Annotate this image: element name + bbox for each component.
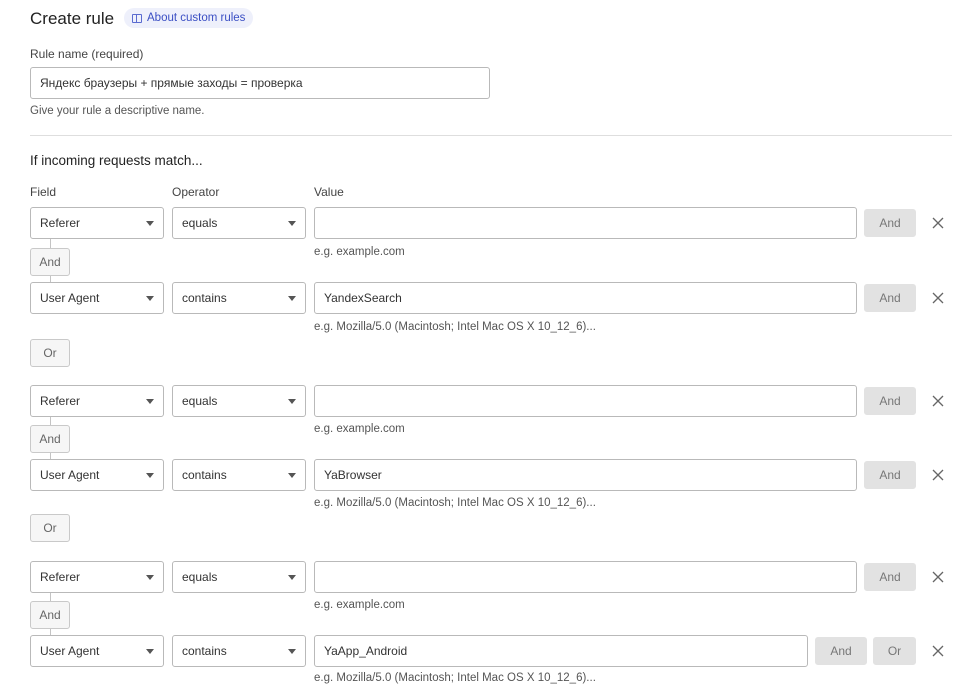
section-title: If incoming requests match...	[30, 153, 203, 168]
value-input[interactable]	[314, 282, 857, 314]
value-hint: e.g. Mozilla/5.0 (Macintosh; Intel Mac O…	[314, 321, 596, 333]
chevron-down-icon	[288, 648, 296, 654]
and-button[interactable]: And	[30, 248, 70, 276]
close-icon[interactable]	[930, 215, 946, 231]
rule-name-label: Rule name (required)	[30, 47, 144, 61]
close-icon[interactable]	[930, 290, 946, 306]
operator-select[interactable]: contains	[172, 282, 306, 314]
value-hint: e.g. example.com	[314, 599, 405, 611]
and-button[interactable]: And	[864, 387, 916, 415]
operator-select[interactable]: equals	[172, 561, 306, 593]
chevron-down-icon	[146, 220, 154, 226]
or-button[interactable]: Or	[30, 339, 70, 367]
and-button[interactable]: And	[30, 601, 70, 629]
operator-select[interactable]: contains	[172, 459, 306, 491]
field-select[interactable]: User Agent	[30, 282, 164, 314]
value-input[interactable]	[314, 561, 857, 593]
rule-name-input[interactable]	[30, 67, 490, 99]
page-title: Create rule	[30, 9, 115, 28]
and-button[interactable]: And	[864, 563, 916, 591]
close-icon[interactable]	[930, 643, 946, 659]
field-select[interactable]: User Agent	[30, 635, 164, 667]
section-divider	[30, 135, 952, 136]
and-button[interactable]: And	[864, 209, 916, 237]
field-column-header: Field	[30, 185, 57, 199]
or-button[interactable]: Or	[873, 637, 916, 665]
field-select[interactable]: Referer	[30, 207, 164, 239]
chevron-down-icon	[146, 295, 154, 301]
value-hint: e.g. Mozilla/5.0 (Macintosh; Intel Mac O…	[314, 672, 596, 684]
chevron-down-icon	[288, 398, 296, 404]
close-icon[interactable]	[930, 467, 946, 483]
close-icon[interactable]	[930, 569, 946, 585]
value-hint: e.g. example.com	[314, 246, 405, 258]
value-input[interactable]	[314, 459, 857, 491]
field-select[interactable]: Referer	[30, 385, 164, 417]
value-hint: e.g. Mozilla/5.0 (Macintosh; Intel Mac O…	[314, 497, 596, 509]
field-select[interactable]: Referer	[30, 561, 164, 593]
value-input[interactable]	[314, 207, 857, 239]
field-select[interactable]: User Agent	[30, 459, 164, 491]
chevron-down-icon	[146, 398, 154, 404]
and-button[interactable]: And	[30, 425, 70, 453]
operator-column-header: Operator	[172, 185, 220, 199]
operator-select[interactable]: contains	[172, 635, 306, 667]
or-button[interactable]: Or	[30, 514, 70, 542]
close-icon[interactable]	[930, 393, 946, 409]
book-icon	[132, 13, 142, 23]
chevron-down-icon	[146, 574, 154, 580]
chevron-down-icon	[288, 574, 296, 580]
chevron-down-icon	[146, 472, 154, 478]
operator-select[interactable]: equals	[172, 385, 306, 417]
about-custom-rules-link[interactable]: About custom rules	[124, 8, 254, 28]
about-custom-rules-label: About custom rules	[147, 12, 246, 24]
and-button[interactable]: And	[864, 461, 916, 489]
and-button[interactable]: And	[864, 284, 916, 312]
chevron-down-icon	[288, 295, 296, 301]
chevron-down-icon	[288, 472, 296, 478]
value-input[interactable]	[314, 385, 857, 417]
value-column-header: Value	[314, 185, 344, 199]
value-input[interactable]	[314, 635, 808, 667]
value-hint: e.g. example.com	[314, 423, 405, 435]
chevron-down-icon	[288, 220, 296, 226]
operator-select[interactable]: equals	[172, 207, 306, 239]
and-button[interactable]: And	[815, 637, 867, 665]
chevron-down-icon	[146, 648, 154, 654]
rule-name-help: Give your rule a descriptive name.	[30, 105, 205, 117]
